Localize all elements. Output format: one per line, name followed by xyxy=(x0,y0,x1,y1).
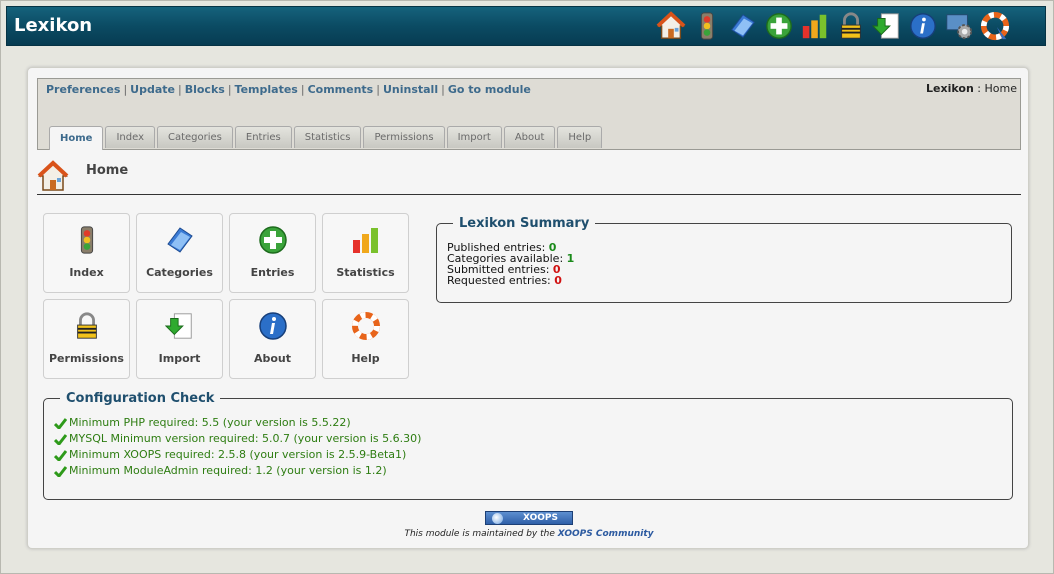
home-icon[interactable] xyxy=(655,10,687,42)
button-label: Statistics xyxy=(336,266,395,279)
summary-box: Lexikon Summary Published entries: 0 Cat… xyxy=(436,216,1012,303)
button-label: Permissions xyxy=(49,352,124,365)
checkmark-icon xyxy=(54,433,67,445)
maintainer-note: This module is maintained by the XOOPS C… xyxy=(404,529,654,539)
statistics-button[interactable]: Statistics xyxy=(322,213,409,293)
lock-icon xyxy=(76,312,97,339)
config-check-box: Configuration Check Minimum PHP required… xyxy=(43,391,1013,500)
link-comments[interactable]: Comments xyxy=(308,83,374,96)
help-icon xyxy=(351,312,380,340)
add-icon[interactable] xyxy=(763,10,795,42)
link-uninstall[interactable]: Uninstall xyxy=(383,83,438,96)
tab-import[interactable]: Import xyxy=(446,126,502,148)
checkmark-icon xyxy=(54,417,67,429)
tab-help[interactable]: Help xyxy=(557,126,603,148)
info-icon[interactable] xyxy=(907,10,939,42)
home-icon xyxy=(37,160,69,191)
button-label: Categories xyxy=(146,266,213,279)
page-title: Home xyxy=(86,163,129,178)
page-header: Home xyxy=(37,160,1021,195)
admin-links: Preferences | Update | Blocks | Templates | Comm… xyxy=(46,83,531,96)
summary-requested: Requested entries: 0 xyxy=(447,274,562,287)
tab-categories[interactable]: Categories xyxy=(156,126,233,148)
config-line: Minimum XOOPS required: 2.5.8 (your vers… xyxy=(54,447,1002,463)
index-button[interactable]: Index xyxy=(43,213,130,293)
button-label: Entries xyxy=(250,266,295,279)
tab-entries[interactable]: Entries xyxy=(234,126,292,148)
import-button[interactable]: Import xyxy=(136,299,223,379)
link-go-to-module[interactable]: Go to module xyxy=(448,83,531,96)
folder-icon xyxy=(166,227,193,253)
info-icon xyxy=(258,312,287,340)
checkmark-icon xyxy=(54,465,67,477)
button-label: Import xyxy=(158,352,201,365)
tab-statistics[interactable]: Statistics xyxy=(293,126,362,148)
app-title: Lexikon xyxy=(14,15,93,36)
tab-permissions[interactable]: Permissions xyxy=(363,126,445,148)
entries-button[interactable]: Entries xyxy=(229,213,316,293)
button-label: Help xyxy=(351,352,380,365)
link-templates[interactable]: Templates xyxy=(235,83,298,96)
breadcrumb: Lexikon : Home xyxy=(926,82,1017,95)
breadcrumb-module: Lexikon xyxy=(926,82,974,95)
tab-home[interactable]: Home xyxy=(49,126,104,150)
config-line: Minimum PHP required: 5.5 (your version … xyxy=(54,415,1002,431)
config-line: MYSQL Minimum version required: 5.0.7 (y… xyxy=(54,431,1002,447)
admin-panel: Preferences | Update | Blocks | Templates | Comm… xyxy=(27,67,1029,549)
import-icon[interactable] xyxy=(871,10,903,42)
config-title: Configuration Check xyxy=(66,391,215,406)
button-label: Index xyxy=(69,266,104,279)
traffic-light-icon[interactable] xyxy=(691,10,723,42)
button-label: About xyxy=(253,352,292,365)
shortcut-grid: Index Categories Entries Statistics Perm… xyxy=(43,213,409,379)
window-frame: Lexikon Preferences | Update | Blocks | … xyxy=(0,0,1054,574)
summary-title: Lexikon Summary xyxy=(459,216,590,231)
config-line: Minimum ModuleAdmin required: 1.2 (your … xyxy=(54,463,1002,479)
breadcrumb-page: Home xyxy=(984,82,1017,95)
xoops-logo[interactable]: XOOPS xyxy=(485,511,573,525)
xoops-community-link[interactable]: XOOPS Community xyxy=(558,529,654,539)
tab-index[interactable]: Index xyxy=(105,126,155,148)
checkmark-icon xyxy=(54,449,67,461)
stats-icon xyxy=(352,228,378,253)
lock-icon[interactable] xyxy=(835,10,867,42)
tab-about[interactable]: About xyxy=(503,126,556,148)
link-blocks[interactable]: Blocks xyxy=(185,83,225,96)
tab-bar: Home Index Categories Entries Statistics… xyxy=(49,126,603,150)
link-preferences[interactable]: Preferences xyxy=(46,83,120,96)
footer: XOOPS This module is maintained by the X… xyxy=(28,505,1030,539)
help-button[interactable]: Help xyxy=(322,299,409,379)
link-update[interactable]: Update xyxy=(130,83,175,96)
traffic-light-icon xyxy=(80,226,93,254)
summary-rows: Published entries: 0 Categories availabl… xyxy=(447,242,1001,286)
permissions-button[interactable]: Permissions xyxy=(43,299,130,379)
config-rows: Minimum PHP required: 5.5 (your version … xyxy=(54,415,1002,479)
help-icon[interactable] xyxy=(979,10,1011,42)
header-bar: Lexikon xyxy=(6,6,1046,46)
settings-icon[interactable] xyxy=(943,10,975,42)
about-button[interactable]: About xyxy=(229,299,316,379)
add-icon xyxy=(258,226,287,254)
categories-button[interactable]: Categories xyxy=(136,213,223,293)
top-toolbar xyxy=(655,10,1011,42)
admin-nav: Preferences | Update | Blocks | Templates | Comm… xyxy=(37,78,1021,150)
globe-icon xyxy=(492,513,503,524)
folder-icon[interactable] xyxy=(727,10,759,42)
import-icon xyxy=(164,313,192,339)
stats-icon[interactable] xyxy=(799,10,831,42)
